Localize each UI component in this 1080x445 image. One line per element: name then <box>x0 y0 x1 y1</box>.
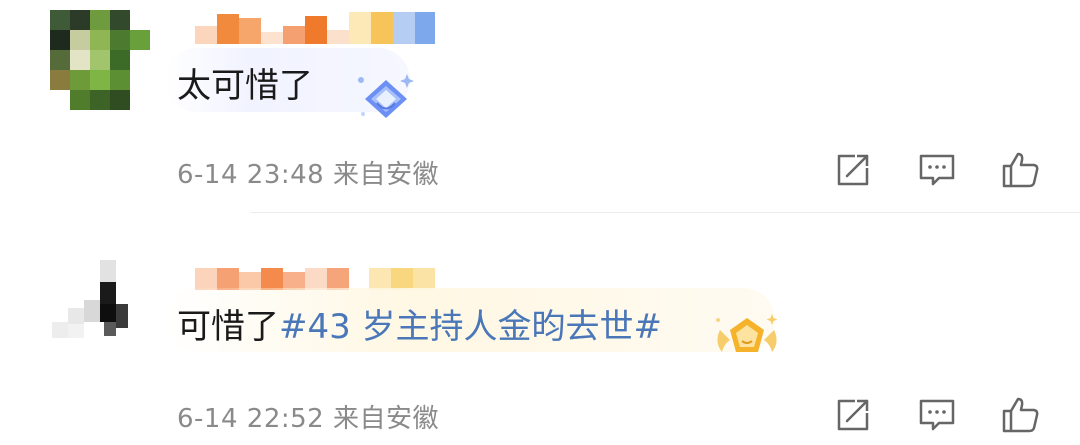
avatar[interactable] <box>50 10 150 110</box>
comment-meta: 6-14 23:48 来自安徽 <box>177 154 439 191</box>
comment-meta: 6-14 22:52 来自安徽 <box>177 398 439 435</box>
comment-text: 可惜了#43 岁主持人金昀去世# <box>177 299 662 348</box>
share-icon[interactable] <box>833 395 873 435</box>
share-icon[interactable] <box>833 150 873 190</box>
location: 来自安徽 <box>332 404 439 434</box>
timestamp: 6-14 23:48 <box>177 160 325 190</box>
comment-icon[interactable] <box>917 150 957 190</box>
username-blurred[interactable] <box>195 8 455 44</box>
comment-text-content: 太可惜了 <box>177 66 313 106</box>
comment-item: 太可惜了 6-14 23:48 来自安徽 <box>0 0 1080 215</box>
comment-text-content: 可惜了 <box>177 307 279 347</box>
location: 来自安徽 <box>332 160 439 190</box>
thumbs-up-icon[interactable] <box>1000 395 1040 435</box>
comment-text: 太可惜了 <box>177 58 313 107</box>
comment-icon[interactable] <box>917 395 957 435</box>
hashtag-link[interactable]: #43 岁主持人金昀去世# <box>279 307 662 347</box>
thumbs-up-icon[interactable] <box>1000 150 1040 190</box>
diamond-badge-icon <box>358 74 414 118</box>
timestamp: 6-14 22:52 <box>177 404 325 434</box>
comment-item: 可惜了#43 岁主持人金昀去世# 6-14 22:52 来自安徽 <box>0 250 1080 445</box>
divider <box>250 212 1080 213</box>
avatar[interactable] <box>50 260 150 360</box>
gold-pentagon-badge-icon <box>716 314 778 352</box>
